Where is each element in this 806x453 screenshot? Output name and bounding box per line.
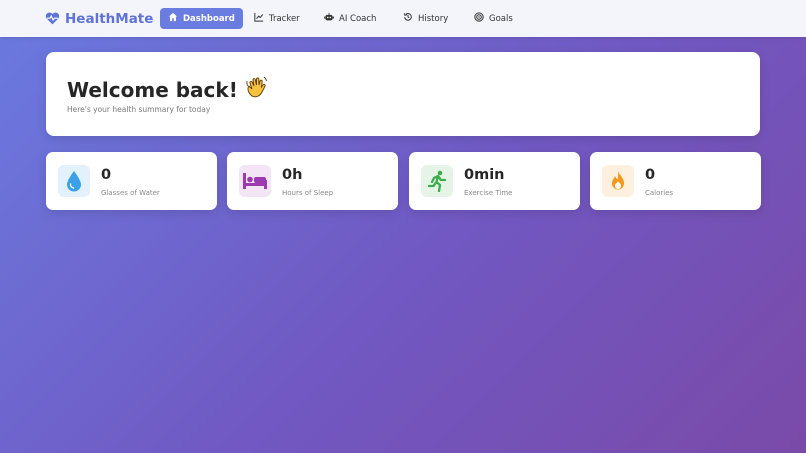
target-icon	[474, 12, 484, 25]
fire-icon	[602, 165, 634, 197]
chart-line-icon	[254, 12, 264, 25]
stat-card-exercise: 0min Exercise Time	[409, 152, 580, 210]
home-icon	[168, 12, 178, 25]
stat-card-calories: 0 Calories	[590, 152, 761, 210]
nav-dashboard[interactable]: Dashboard	[160, 8, 243, 29]
stat-label: Exercise Time	[464, 189, 513, 197]
nav-ai-coach[interactable]: AI Coach	[316, 8, 384, 29]
bed-icon	[239, 165, 271, 197]
nav-label: History	[418, 13, 449, 24]
nav-label: Dashboard	[183, 13, 235, 24]
brand-name: HealthMate	[65, 11, 154, 27]
stat-label: Glasses of Water	[101, 189, 160, 197]
nav-label: Tracker	[269, 13, 300, 24]
brand-logo[interactable]: HealthMate	[45, 9, 153, 29]
nav-label: Goals	[489, 13, 513, 24]
running-icon	[421, 165, 453, 197]
water-drop-icon	[58, 165, 90, 197]
welcome-subtitle: Here's your health summary for today	[67, 105, 211, 114]
welcome-title-text: Welcome back!	[67, 77, 238, 102]
nav-label: AI Coach	[339, 13, 377, 24]
waving-hand-icon	[245, 75, 269, 104]
stat-card-water: 0 Glasses of Water	[46, 152, 217, 210]
top-navbar: HealthMate Dashboard Tracker AI Coach Hi…	[0, 0, 806, 37]
stat-label: Calories	[645, 189, 674, 197]
stat-value: 0min	[464, 167, 505, 183]
stat-card-sleep: 0h Hours of Sleep	[227, 152, 398, 210]
heartbeat-icon	[45, 10, 60, 29]
stat-label: Hours of Sleep	[282, 189, 334, 197]
nav-goals[interactable]: Goals	[466, 8, 521, 29]
welcome-card: Welcome back! Here's your health summary…	[46, 52, 760, 136]
welcome-heading: Welcome back!	[67, 75, 269, 104]
nav-history[interactable]: History	[395, 8, 456, 29]
stat-value: 0	[101, 167, 112, 183]
nav-tracker[interactable]: Tracker	[246, 8, 308, 29]
stat-value: 0	[645, 167, 656, 183]
robot-icon	[324, 12, 334, 25]
history-icon	[403, 12, 413, 25]
stat-value: 0h	[282, 167, 303, 183]
